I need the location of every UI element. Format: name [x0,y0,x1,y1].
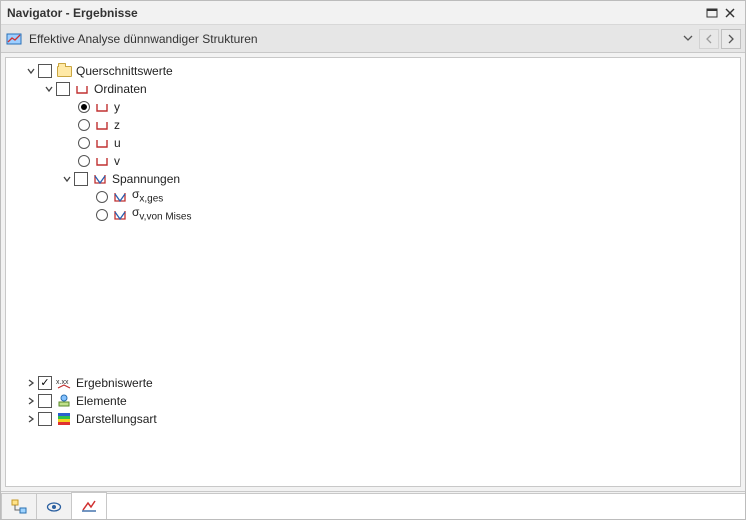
tree-node-elemente[interactable]: Elemente [6,392,740,410]
panel-titlebar: Navigator - Ergebnisse [1,1,745,25]
dock-icon [706,7,718,19]
chevron-right-icon [26,396,36,406]
close-icon [725,8,735,18]
eye-icon [46,499,62,515]
checkbox[interactable] [38,412,52,426]
tree-node-ord-z[interactable]: z [6,116,740,134]
stress-icon [112,189,128,205]
expander[interactable] [24,66,38,76]
expander[interactable] [24,414,38,424]
chevron-right-icon [26,378,36,388]
expander[interactable] [24,378,38,388]
chevron-left-icon [705,34,713,44]
tab-data-navigator[interactable] [1,493,37,519]
node-label: Darstellungsart [76,410,157,428]
node-label: y [114,98,120,116]
radio[interactable] [96,191,108,203]
stress-icon [92,171,108,187]
section-icon [94,153,110,169]
tabs-empty-area [106,493,745,519]
results-icon [81,498,97,514]
chevron-down-icon [44,84,54,94]
section-icon [94,117,110,133]
analysis-header: Effektive Analyse dünnwandiger Strukture… [1,25,745,53]
values-icon: x.xx [56,375,72,391]
chevron-right-icon [727,34,735,44]
radio[interactable] [78,101,90,113]
tree-node-darstellungsart[interactable]: Darstellungsart [6,410,740,428]
tree-node-ord-u[interactable]: u [6,134,740,152]
colormap-icon [56,411,72,427]
radio[interactable] [96,209,108,221]
node-label: z [114,116,120,134]
tree-node-spannungen[interactable]: Spannungen [6,170,740,188]
bottom-tabs [1,491,745,519]
stress-icon [112,207,128,223]
tree-node-querschnittswerte[interactable]: Querschnittswerte [6,62,740,80]
tree-node-ordinaten[interactable]: Ordinaten [6,80,740,98]
analysis-icon [5,30,23,48]
analysis-dropdown[interactable] [683,32,693,46]
next-analysis-button[interactable] [721,29,741,49]
tree-node-sigma-xges[interactable]: σx,ges [6,188,740,206]
tree-node-ergebniswerte[interactable]: x.xx Ergebniswerte [6,374,740,392]
section-icon [94,135,110,151]
node-label: Querschnittswerte [76,62,173,80]
chevron-right-icon [26,414,36,424]
radio[interactable] [78,155,90,167]
chevron-down-icon [62,174,72,184]
elements-icon [56,393,72,409]
expander[interactable] [24,396,38,406]
checkbox[interactable] [38,394,52,408]
results-tree[interactable]: Querschnittswerte Ordinaten y z [5,57,741,487]
prev-analysis-button[interactable] [699,29,719,49]
section-icon [74,81,90,97]
expander[interactable] [60,174,74,184]
data-tree-icon [11,499,27,515]
dock-button[interactable] [703,4,721,22]
checkbox[interactable] [38,64,52,78]
checkbox[interactable] [38,376,52,390]
section-icon [94,99,110,115]
node-label: Elemente [76,392,127,410]
node-label: Ordinaten [94,80,147,98]
svg-text:x.xx: x.xx [56,379,69,386]
analysis-label[interactable]: Effektive Analyse dünnwandiger Strukture… [29,32,683,46]
tree-node-ord-y[interactable]: y [6,98,740,116]
checkbox[interactable] [56,82,70,96]
tab-results-navigator[interactable] [71,492,107,519]
panel-title: Navigator - Ergebnisse [7,6,138,20]
node-label: Ergebniswerte [76,374,153,392]
tab-display-navigator[interactable] [36,493,72,519]
tree-node-ord-v[interactable]: v [6,152,740,170]
chevron-down-icon [26,66,36,76]
folder-icon [56,63,72,79]
node-label: u [114,134,121,152]
tree-node-sigma-vonmises[interactable]: σv,von Mises [6,206,740,224]
radio[interactable] [78,119,90,131]
expander[interactable] [42,84,56,94]
close-button[interactable] [721,4,739,22]
chevron-down-icon [683,33,693,43]
radio[interactable] [78,137,90,149]
checkbox[interactable] [74,172,88,186]
node-label: v [114,152,120,170]
node-label: σv,von Mises [132,203,191,226]
